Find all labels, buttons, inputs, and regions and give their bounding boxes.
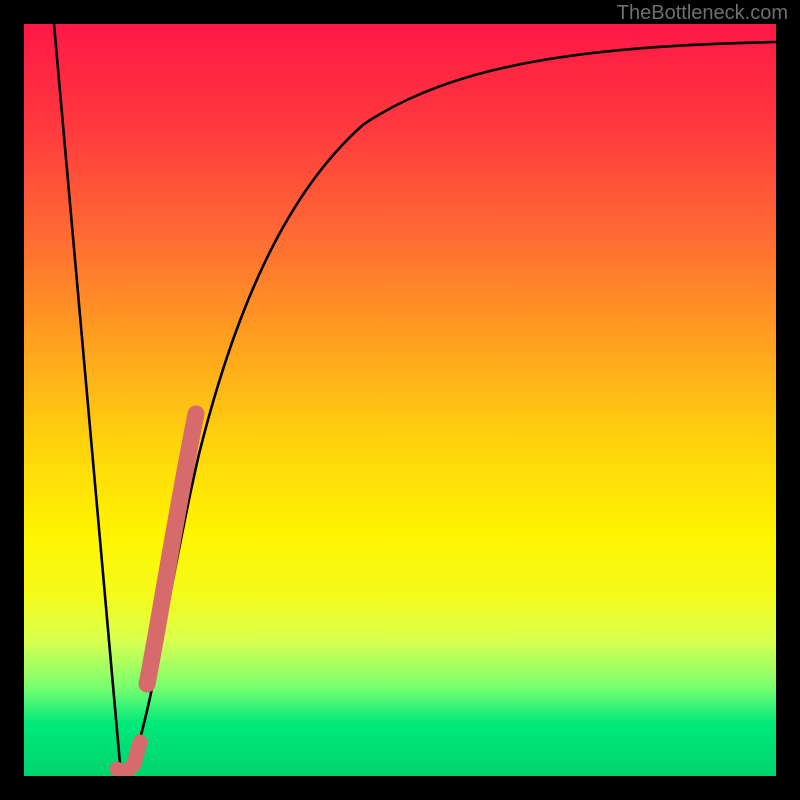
- chart-frame: TheBottleneck.com: [0, 0, 800, 800]
- chart-svg: [24, 24, 776, 776]
- bottleneck-curve-path: [54, 24, 776, 768]
- highlight-segment-path: [147, 414, 196, 684]
- plot-area: [24, 24, 776, 776]
- watermark-text: TheBottleneck.com: [617, 2, 788, 25]
